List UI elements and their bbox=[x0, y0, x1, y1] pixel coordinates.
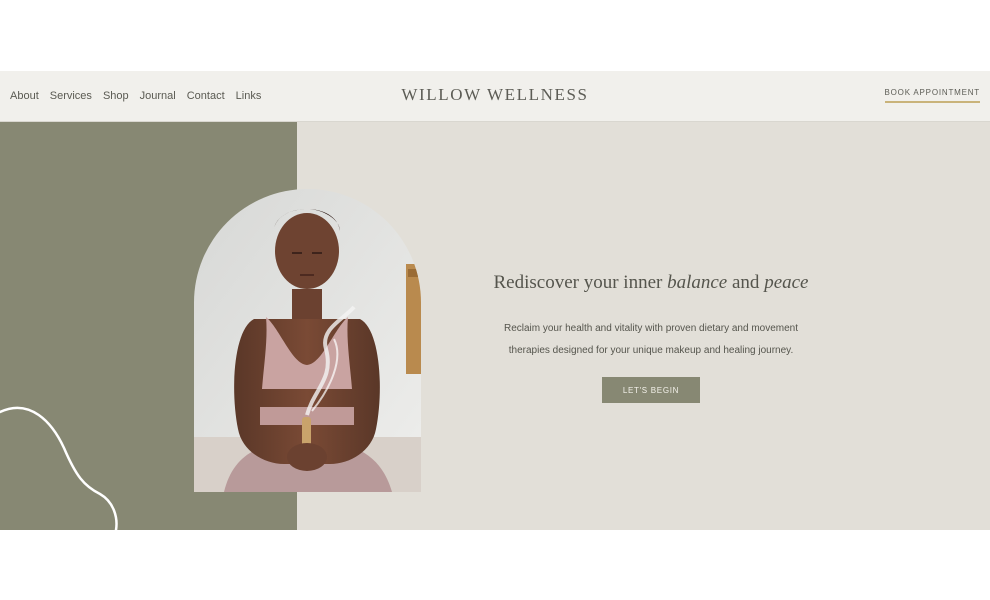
hero-subtext: Reclaim your health and vitality with pr… bbox=[503, 323, 799, 356]
lets-begin-button[interactable]: LET'S BEGIN bbox=[602, 377, 700, 403]
site-header: About Services Shop Journal Contact Link… bbox=[0, 71, 990, 122]
nav-link-about[interactable]: About bbox=[10, 90, 39, 102]
nav-link-contact[interactable]: Contact bbox=[187, 90, 225, 102]
hero-headline: Rediscover your inner balance and peace bbox=[493, 272, 809, 293]
book-appointment-link[interactable]: BOOK APPOINTMENT bbox=[884, 88, 980, 103]
nav-link-journal[interactable]: Journal bbox=[140, 90, 176, 102]
nav-link-shop[interactable]: Shop bbox=[103, 90, 129, 102]
nav-link-services[interactable]: Services bbox=[50, 90, 92, 102]
nav-link-links[interactable]: Links bbox=[236, 90, 262, 102]
hero-section: Rediscover your inner balance and peace … bbox=[0, 122, 990, 530]
main-nav: About Services Shop Journal Contact Link… bbox=[10, 71, 261, 121]
